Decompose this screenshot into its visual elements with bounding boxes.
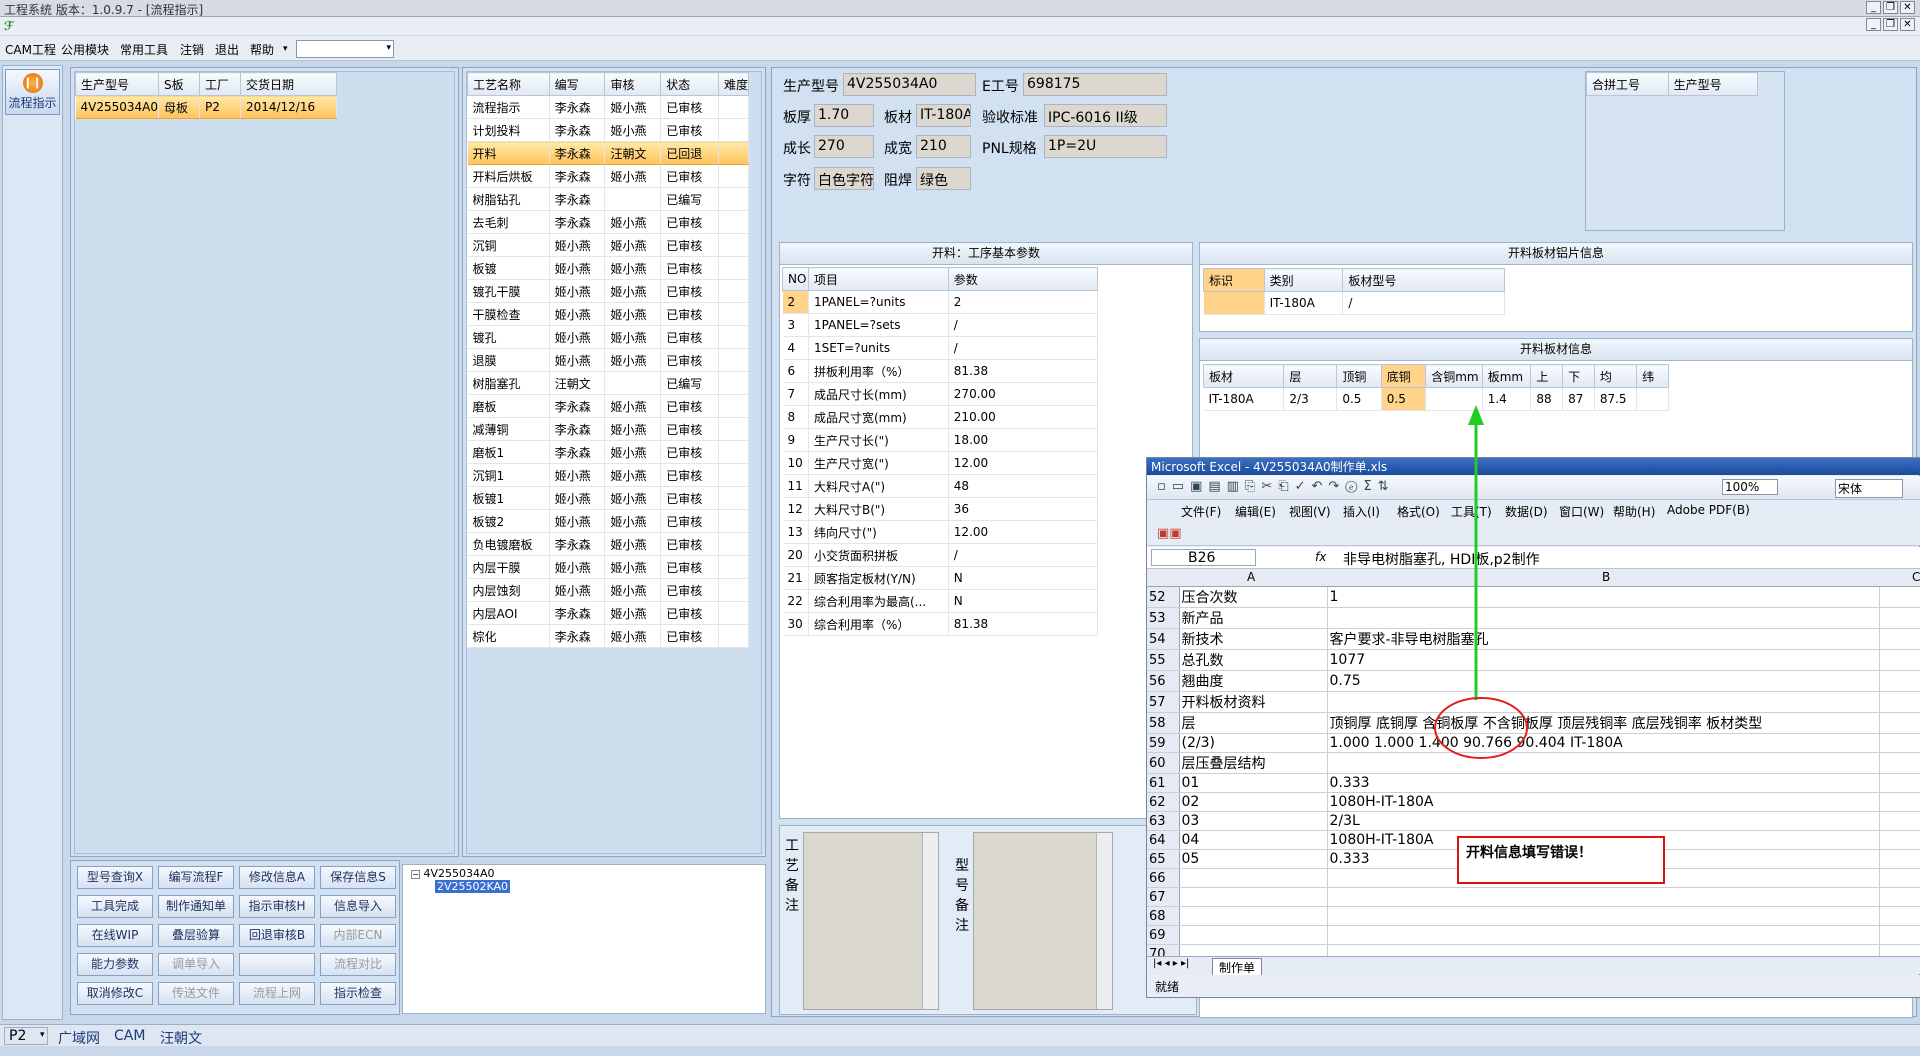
status-bar: P2 ▾ 广域网 CAM 汪朝文 xyxy=(0,1024,1920,1047)
annotation-layer xyxy=(1434,405,1528,759)
annotation-callout: 开料信息填写错误！ xyxy=(1457,836,1665,884)
annotation-arrow-head xyxy=(1468,405,1484,425)
status-cam: CAM xyxy=(114,1028,146,1044)
status-user: 汪朝文 xyxy=(160,1031,202,1047)
chevron-down-icon: ▾ xyxy=(40,1030,45,1040)
annotation-circle xyxy=(1434,697,1528,759)
status-network: 广域网 xyxy=(58,1031,100,1047)
